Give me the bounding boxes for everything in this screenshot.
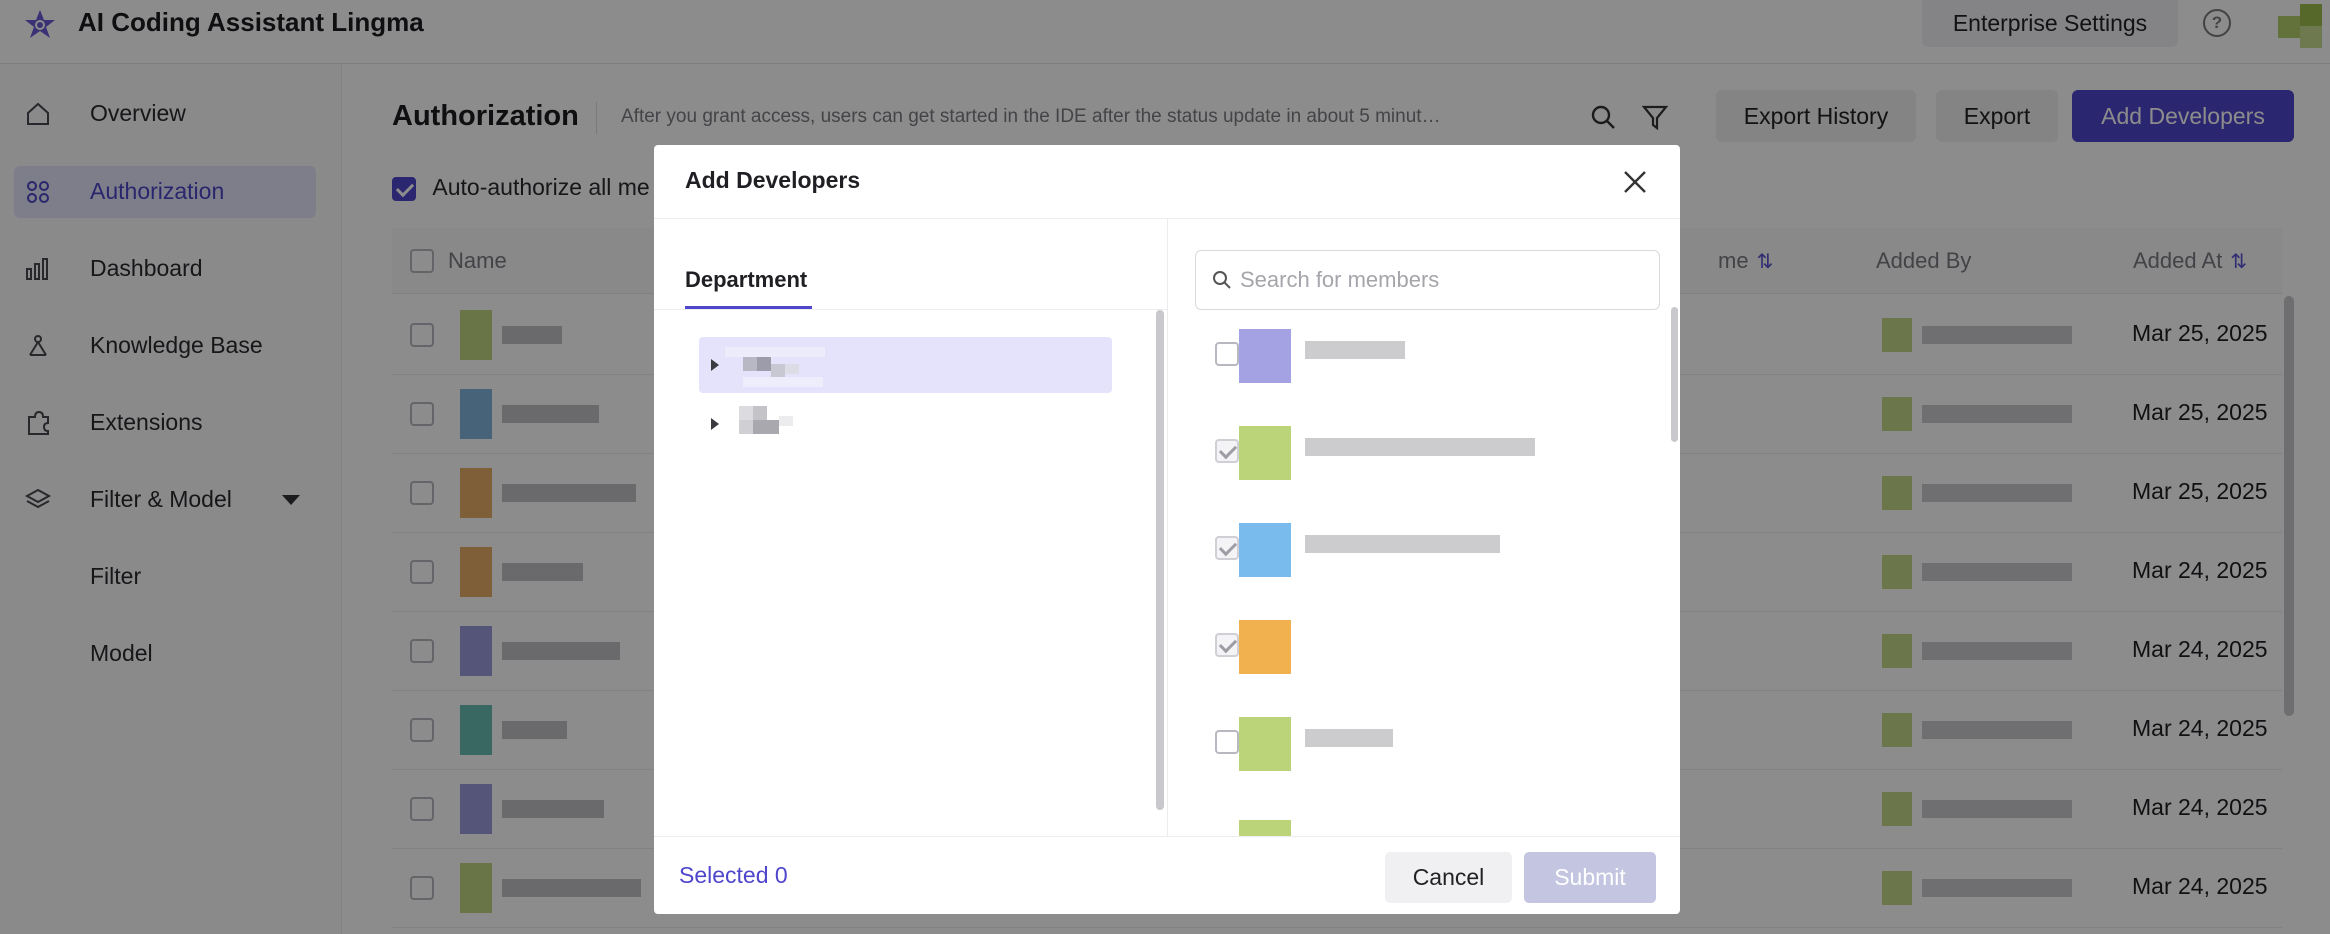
dialog-title: Add Developers xyxy=(685,167,861,193)
tab-department[interactable]: Department xyxy=(685,267,807,293)
close-icon[interactable] xyxy=(1620,167,1650,197)
department-name xyxy=(739,406,793,434)
member-search[interactable] xyxy=(1195,250,1660,310)
divider xyxy=(654,836,1680,837)
department-name xyxy=(725,347,825,387)
redacted-member-name xyxy=(1305,341,1405,359)
member-checkbox[interactable] xyxy=(1215,730,1239,754)
selected-count: Selected 0 xyxy=(679,862,788,888)
divider xyxy=(1167,218,1168,836)
member-checkbox[interactable] xyxy=(1215,633,1239,657)
submit-button[interactable]: Submit xyxy=(1524,852,1656,903)
department-scrollbar[interactable] xyxy=(1156,310,1164,810)
add-developers-dialog: Add Developers Department Sel xyxy=(654,145,1680,914)
avatar xyxy=(1239,329,1291,383)
member-item[interactable] xyxy=(1195,311,1655,401)
department-tree-node[interactable] xyxy=(699,396,1112,452)
member-checkbox[interactable] xyxy=(1215,536,1239,560)
department-tree-node[interactable] xyxy=(699,337,1112,393)
member-scrollbar[interactable] xyxy=(1671,307,1678,442)
avatar xyxy=(1239,717,1291,771)
redacted-member-name xyxy=(1305,729,1393,747)
caret-right-icon[interactable] xyxy=(711,418,719,430)
avatar xyxy=(1239,620,1291,674)
avatar xyxy=(1239,523,1291,577)
member-item[interactable] xyxy=(1195,699,1655,789)
search-icon xyxy=(1213,271,1231,289)
member-item[interactable] xyxy=(1195,505,1655,595)
member-checkbox[interactable] xyxy=(1215,439,1239,463)
avatar xyxy=(1239,820,1291,836)
divider xyxy=(654,309,1167,310)
member-checkbox[interactable] xyxy=(1215,342,1239,366)
member-item[interactable] xyxy=(1195,408,1655,498)
redacted-member-name xyxy=(1305,438,1535,456)
member-item[interactable] xyxy=(1195,602,1655,692)
search-input[interactable] xyxy=(1240,263,1640,297)
cancel-button[interactable]: Cancel xyxy=(1385,852,1512,903)
avatar xyxy=(1239,426,1291,480)
redacted-member-name xyxy=(1305,535,1500,553)
caret-right-icon[interactable] xyxy=(711,359,719,371)
